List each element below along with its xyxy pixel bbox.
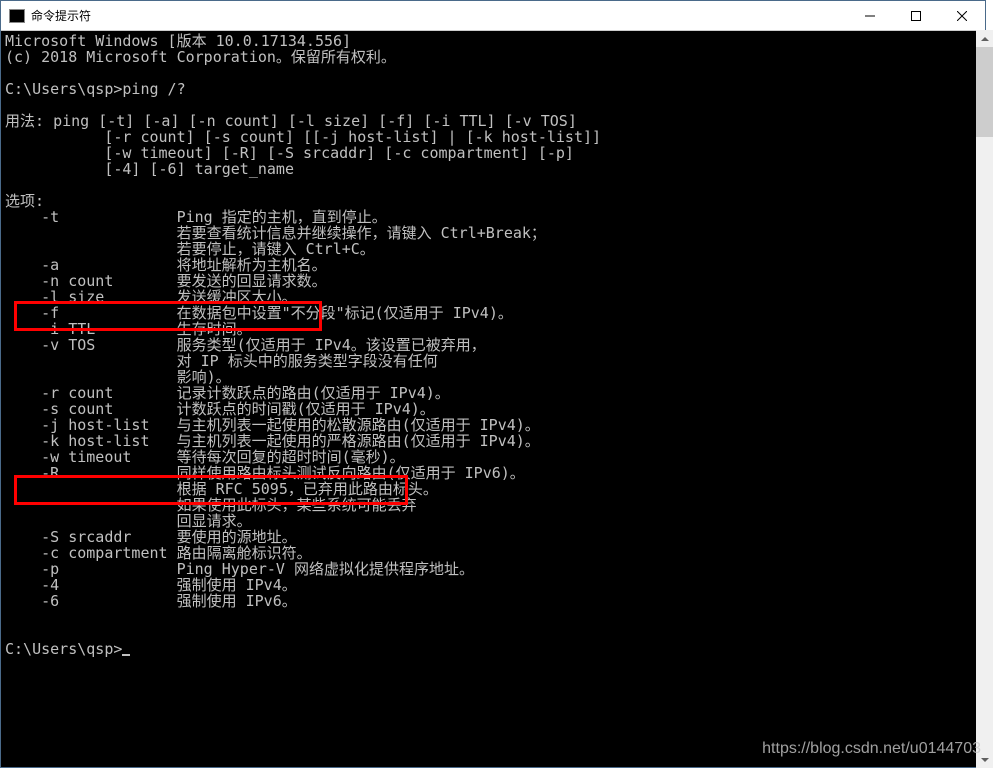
option-6: -6 强制使用 IPv6。: [5, 592, 297, 610]
usage-line-4: [-4] [-6] target_name: [5, 160, 294, 178]
watermark-text: https://blog.csdn.net/u0144703: [762, 740, 981, 758]
terminal-output[interactable]: Microsoft Windows [版本 10.0.17134.556] (c…: [1, 31, 985, 767]
window-title: 命令提示符: [31, 7, 847, 24]
scrollbar-up-arrow[interactable]: [976, 30, 993, 47]
prompt-line-2: C:\Users\qsp>: [5, 640, 122, 658]
close-icon: [957, 11, 967, 21]
scrollbar-track[interactable]: [976, 47, 993, 751]
vertical-scrollbar[interactable]: [976, 30, 993, 768]
maximize-button[interactable]: [893, 1, 939, 30]
maximize-icon: [911, 11, 921, 21]
chevron-down-icon: [981, 758, 989, 762]
close-button[interactable]: [939, 1, 985, 30]
titlebar[interactable]: 命令提示符: [1, 1, 985, 31]
chevron-up-icon: [981, 37, 989, 41]
minimize-button[interactable]: [847, 1, 893, 30]
minimize-icon: [865, 11, 875, 21]
copyright-line: (c) 2018 Microsoft Corporation。保留所有权利。: [5, 48, 396, 66]
titlebar-buttons: [847, 1, 985, 30]
scrollbar-thumb[interactable]: [976, 47, 993, 137]
cmd-icon: [9, 9, 25, 23]
cursor: [122, 654, 130, 656]
prompt-line-1: C:\Users\qsp>ping /?: [5, 80, 186, 98]
command-prompt-window: 命令提示符 Microsoft Windows [版本 10.0.17134.5…: [0, 0, 986, 768]
